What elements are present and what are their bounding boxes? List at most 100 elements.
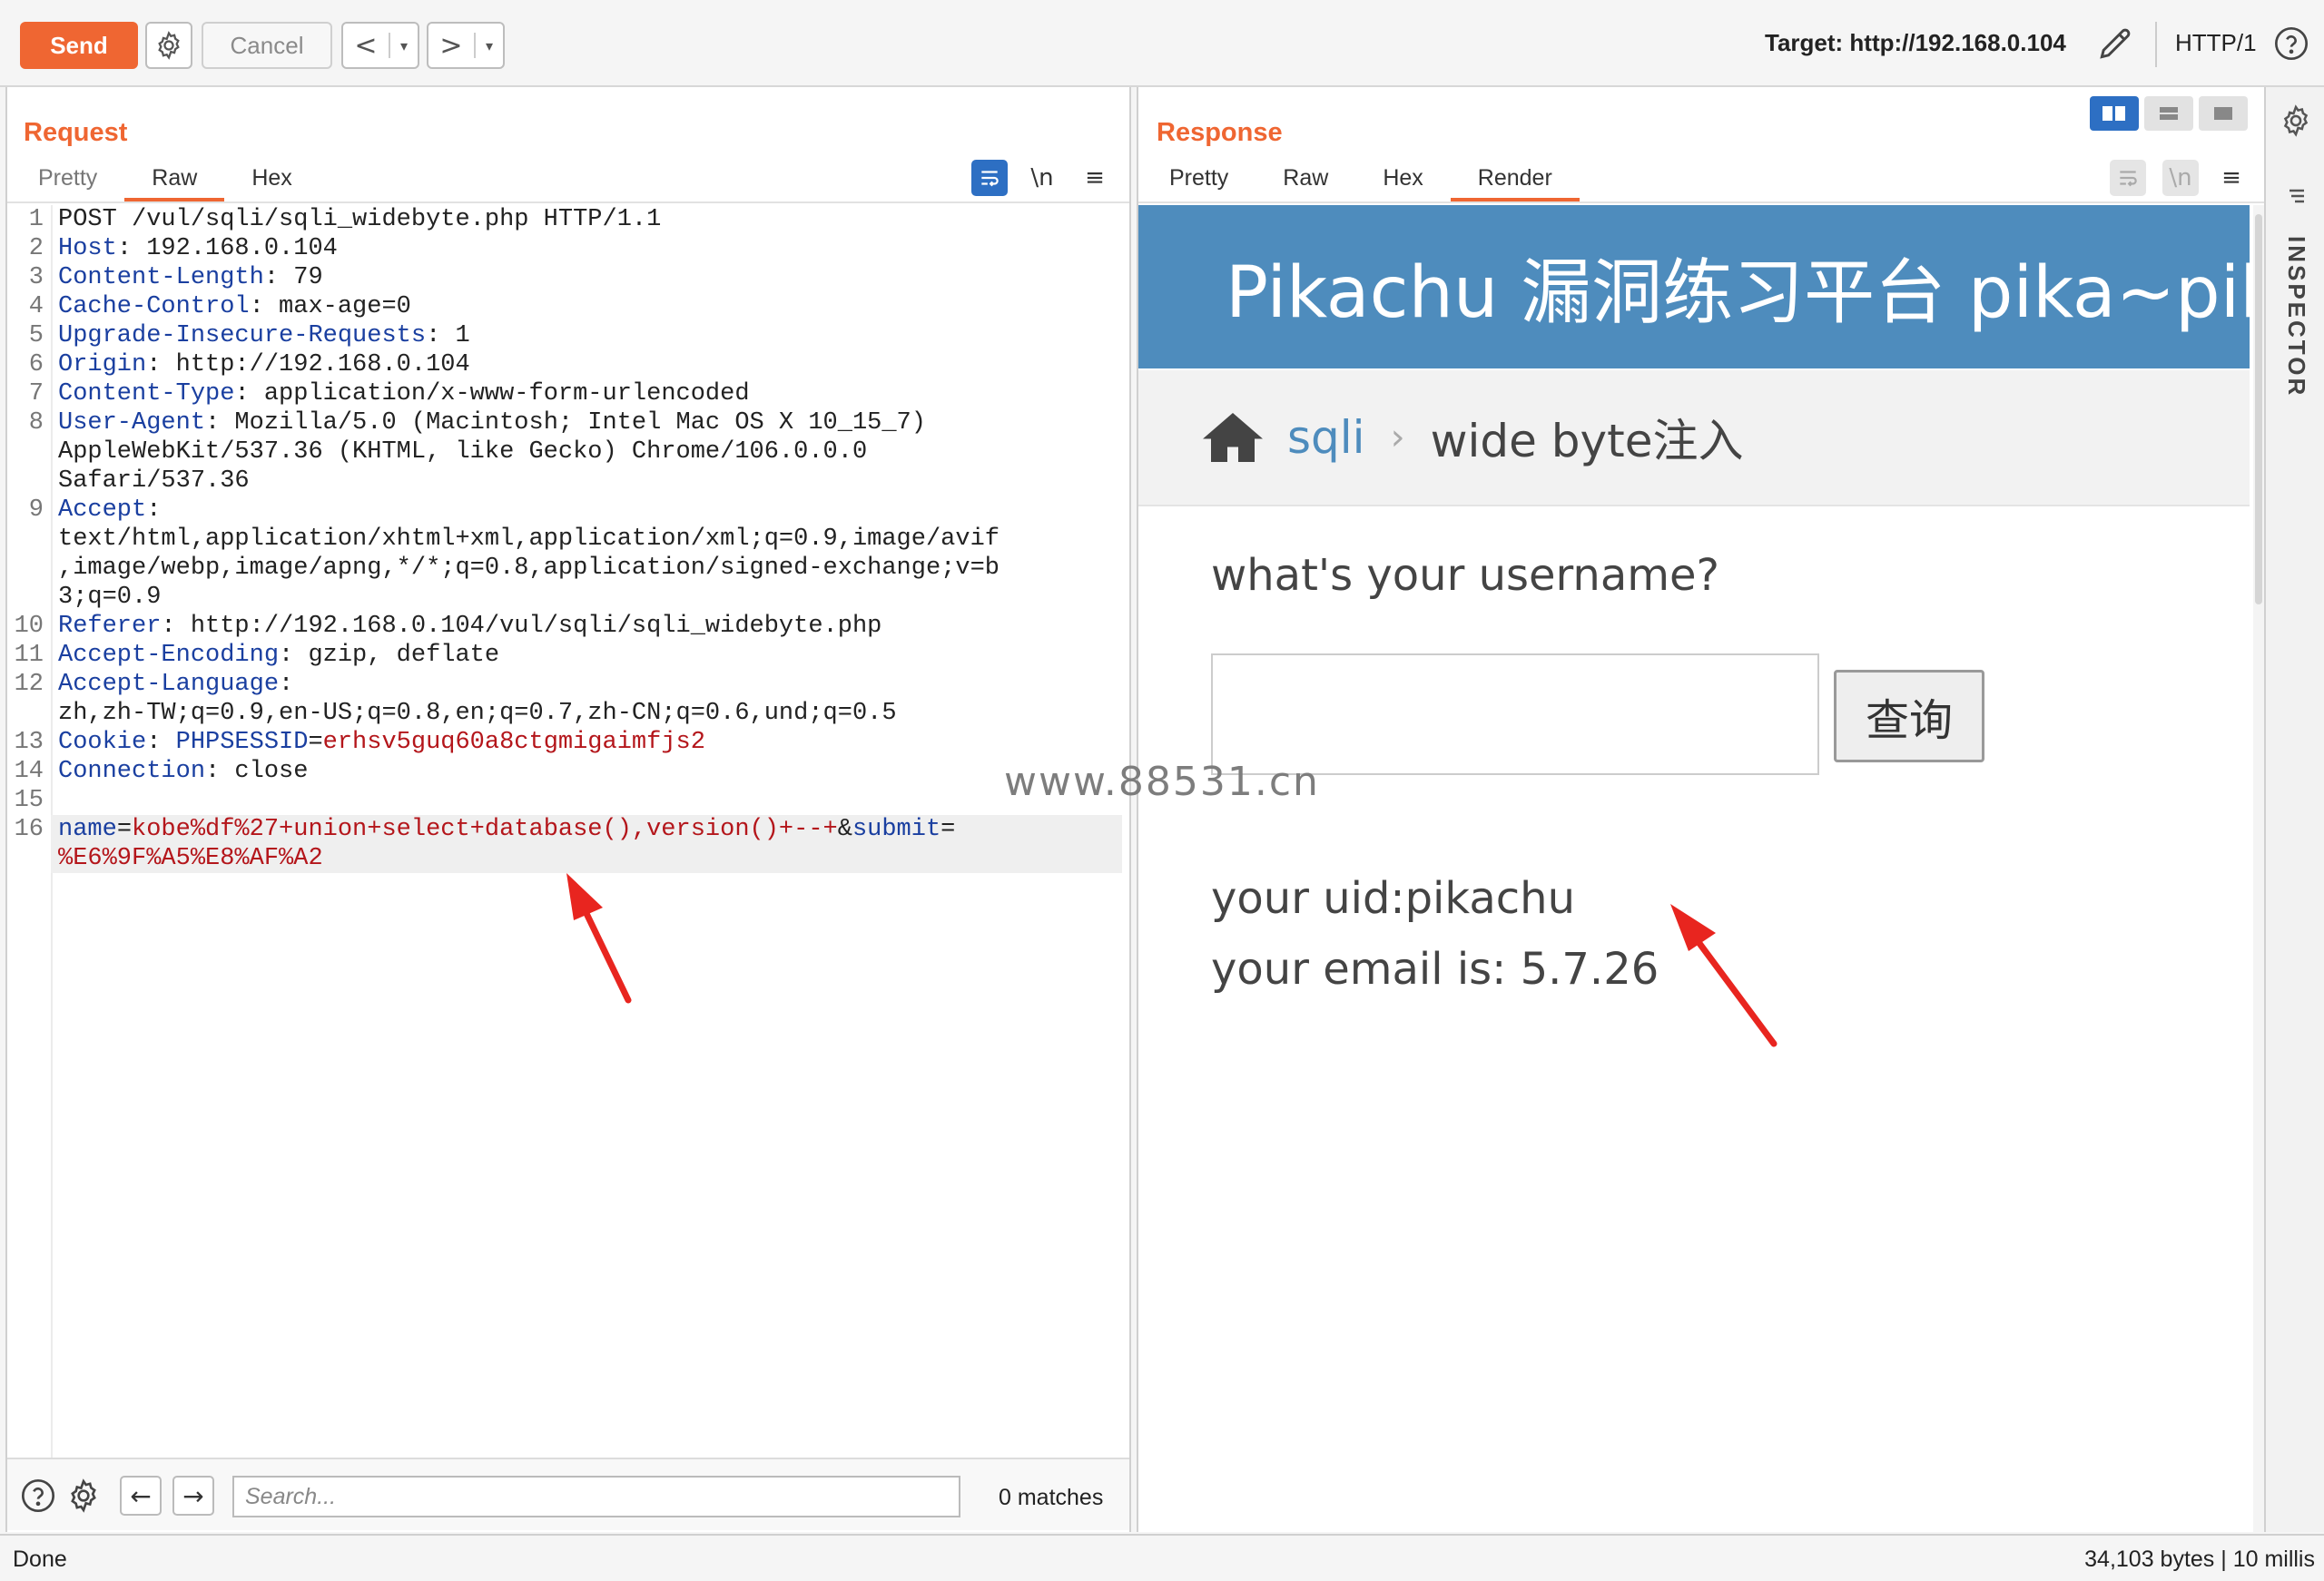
tab-hex[interactable]: Hex: [224, 160, 319, 201]
menu-icon[interactable]: ≡: [1077, 160, 1113, 196]
header-value: : close: [205, 758, 309, 785]
wrap-icon: [981, 171, 999, 187]
tab-pretty[interactable]: Pretty: [1142, 160, 1256, 201]
line-number: 1: [28, 206, 44, 233]
line-number: 9: [28, 496, 44, 524]
inspector-tab[interactable]: INSPECTOR: [2282, 236, 2310, 398]
code-line: 6 Origin: http://192.168.0.104: [7, 350, 1129, 379]
header-value: :: [146, 729, 176, 756]
code-line: 11 Accept-Encoding: gzip, deflate: [7, 641, 1129, 670]
line-number: 5: [28, 322, 44, 349]
split-vertical-view-button[interactable]: [2144, 96, 2193, 131]
header-key: PHPSESSID: [175, 729, 309, 756]
line-text: Cookie: PHPSESSID=erhsv5guq60a8ctgmigaim…: [51, 728, 1122, 757]
header-value: : 79: [263, 264, 323, 291]
header-value: =: [940, 816, 956, 843]
request-editor[interactable]: 1 POST /vul/sqli/sqli_widebyte.php HTTP/1…: [7, 205, 1129, 1458]
tabbed-view-button[interactable]: [2199, 96, 2248, 131]
uid-result: your uid:pikachu: [1211, 873, 1575, 924]
username-input[interactable]: [1211, 653, 1819, 775]
header-value: &: [837, 816, 852, 843]
newline-toggle: \n: [2162, 160, 2199, 196]
header-value: : max-age=0: [249, 293, 411, 320]
gear-icon[interactable]: [65, 1478, 102, 1514]
search-previous-button[interactable]: ←: [120, 1476, 162, 1516]
chevron-right-icon: ›: [1390, 417, 1405, 458]
cancel-button[interactable]: Cancel: [202, 22, 332, 69]
target-label: Target: http://192.168.0.104: [1765, 29, 2066, 56]
header-key: Accept-Encoding: [58, 642, 280, 669]
match-count: 0 matches: [999, 1485, 1104, 1510]
dropdown-arrow-icon[interactable]: ▾: [476, 37, 503, 54]
line-number: 8: [28, 409, 44, 437]
param-value: %E6%9F%A5%E8%AF%A2: [58, 845, 323, 872]
forward-history-button[interactable]: > ▾: [427, 22, 505, 69]
tab-pretty[interactable]: Pretty: [11, 160, 124, 201]
code-line: 7 Content-Type: application/x-www-form-ur…: [7, 379, 1129, 408]
columns-icon: [2102, 106, 2125, 121]
site-title: Pikachu 漏洞练习平台 pika~pika~: [1226, 252, 2264, 334]
code-line: 8 User-Agent: Mozilla/5.0 (Macintosh; Int…: [7, 408, 1129, 496]
search-next-button[interactable]: →: [172, 1476, 214, 1516]
header-key: Host: [58, 235, 117, 262]
tab-raw[interactable]: Raw: [124, 160, 225, 201]
help-icon[interactable]: [20, 1478, 56, 1514]
param-value: erhsv5guq60a8ctgmigaimfjs2: [322, 729, 705, 756]
help-icon[interactable]: [2273, 25, 2309, 62]
line-number: 16: [14, 816, 44, 843]
status-bar: Done 34,103 bytes | 10 millis: [0, 1534, 2324, 1581]
send-button[interactable]: Send: [20, 22, 138, 69]
line-text: Content-Length: 79: [51, 263, 1122, 292]
line-number: 13: [14, 729, 44, 756]
protocol-label[interactable]: HTTP/1: [2175, 29, 2257, 57]
breadcrumb-link-sqli[interactable]: sqli: [1287, 411, 1365, 464]
header-key: Content-Type: [58, 380, 235, 408]
tab-divider: [7, 201, 1129, 203]
single-pane-icon: [2214, 107, 2232, 120]
request-panel: Request Pretty Raw Hex \n ≡ 1 POST /vul/s…: [5, 87, 1131, 1532]
request-title: Request: [24, 118, 128, 147]
line-text: Accept-Encoding: gzip, deflate: [51, 641, 1122, 670]
line-number: 4: [28, 293, 44, 320]
lines-icon[interactable]: [2282, 185, 2309, 207]
scrollbar[interactable]: [2253, 205, 2264, 1532]
scrollbar-thumb[interactable]: [2255, 214, 2262, 604]
newline-toggle[interactable]: \n: [1024, 160, 1060, 196]
email-result: your email is: 5.7.26: [1211, 944, 1659, 995]
response-panel: Response Pretty Raw Hex Render \n ≡ Pika…: [1137, 87, 2264, 1532]
line-text: Origin: http://192.168.0.104: [51, 350, 1122, 379]
home-icon[interactable]: [1200, 410, 1265, 465]
split-horizontal-view-button[interactable]: [2090, 96, 2139, 131]
line-number: 15: [14, 787, 44, 814]
code-line: 2 Host: 192.168.0.104: [7, 234, 1129, 263]
line-text: Upgrade-Insecure-Requests: 1: [51, 321, 1122, 350]
menu-icon[interactable]: ≡: [2213, 160, 2250, 196]
code-line: 15: [7, 786, 1129, 815]
response-stats: 34,103 bytes | 10 millis: [2084, 1547, 2315, 1572]
header-key: Accept: [58, 496, 147, 524]
tab-hex[interactable]: Hex: [1355, 160, 1450, 201]
header-key: Connection: [58, 758, 206, 785]
toolbar: Send Cancel < ▾ > ▾ Target: http://192.1…: [0, 0, 2324, 87]
header-key: Upgrade-Insecure-Requests: [58, 322, 427, 349]
query-button[interactable]: 查询: [1834, 670, 1984, 762]
request-settings-button[interactable]: [145, 22, 192, 69]
dropdown-arrow-icon[interactable]: ▾: [390, 37, 418, 54]
gear-icon[interactable]: [2279, 103, 2313, 138]
code-line: 9 Accept: text/html,application/xhtml+xml…: [7, 496, 1129, 612]
line-text: Accept-Language: zh,zh-TW;q=0.9,en-US;q=…: [51, 670, 1122, 728]
word-wrap-toggle[interactable]: [971, 160, 1008, 196]
header-value: : application/x-www-form-urlencoded: [234, 380, 750, 408]
header-key: Cache-Control: [58, 293, 250, 320]
line-number: 10: [14, 613, 44, 640]
header-key: Referer: [58, 613, 162, 640]
tab-raw[interactable]: Raw: [1256, 160, 1355, 201]
header-value: : 192.168.0.104: [116, 235, 338, 262]
tab-render[interactable]: Render: [1450, 160, 1580, 201]
rendered-page: Pikachu 漏洞练习平台 pika~pika~ sqli › wide by…: [1138, 205, 2264, 1532]
site-header: Pikachu 漏洞练习平台 pika~pika~: [1138, 205, 2264, 368]
line-number: 14: [14, 758, 44, 785]
pencil-icon[interactable]: [2095, 24, 2135, 64]
search-input[interactable]: [232, 1476, 960, 1517]
back-history-button[interactable]: < ▾: [341, 22, 419, 69]
